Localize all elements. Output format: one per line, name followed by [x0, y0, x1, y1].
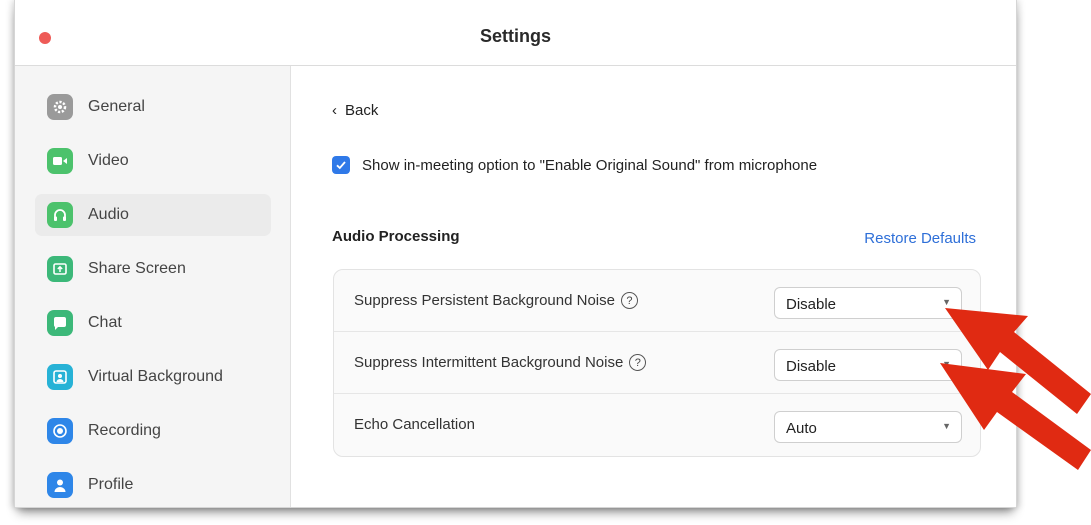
select-value: Auto [786, 420, 817, 437]
sidebar-item-virtual-background[interactable]: Virtual Background [35, 356, 271, 398]
profile-icon [47, 472, 73, 498]
help-icon[interactable]: ? [629, 354, 647, 371]
sidebar-item-video[interactable]: Video [35, 140, 271, 182]
sidebar-item-label: Video [88, 152, 129, 169]
setting-row-echo-cancellation: Echo Cancellation Auto ▼ [334, 394, 980, 456]
sidebar-item-label: Chat [88, 314, 122, 331]
chevron-down-icon: ▼ [942, 359, 951, 369]
sidebar-item-label: Share Screen [88, 260, 186, 277]
restore-defaults-link[interactable]: Restore Defaults [864, 230, 976, 247]
row-label-wrap: Echo Cancellation [354, 416, 475, 433]
chevron-left-icon: ‹ [332, 102, 337, 119]
checkmark-icon [336, 161, 346, 170]
audio-settings-panel: ‹ Back Show in-meeting option to "Enable … [292, 66, 1016, 507]
section-title: Audio Processing [332, 228, 460, 245]
sidebar-item-label: Audio [88, 206, 129, 223]
sidebar-item-audio[interactable]: Audio [35, 194, 271, 236]
setting-row-persistent-noise: Suppress Persistent Background Noise ? D… [334, 270, 980, 332]
row-label: Echo Cancellation [354, 416, 475, 433]
sidebar-item-share-screen[interactable]: Share Screen [35, 248, 271, 290]
headphones-icon [47, 202, 73, 228]
sidebar-item-chat[interactable]: Chat [35, 302, 271, 344]
sidebar-item-label: General [88, 98, 145, 115]
select-value: Disable [786, 358, 837, 375]
sidebar-item-label: Profile [88, 476, 134, 493]
settings-window: Settings General Video Audio Share Scree… [14, 0, 1017, 508]
chevron-down-icon: ▼ [942, 297, 951, 307]
setting-row-intermittent-noise: Suppress Intermittent Background Noise ?… [334, 332, 980, 394]
sidebar-item-profile[interactable]: Profile [35, 464, 271, 506]
original-sound-checkbox[interactable] [332, 156, 350, 174]
row-label: Suppress Intermittent Background Noise [354, 354, 624, 371]
person-background-icon [47, 364, 73, 390]
sidebar-item-general[interactable]: General [35, 86, 271, 128]
sidebar-item-recording[interactable]: Recording [35, 410, 271, 452]
title-bar: Settings [15, 0, 1016, 66]
persistent-noise-select[interactable]: Disable ▼ [774, 287, 962, 319]
chat-bubble-icon [47, 310, 73, 336]
share-screen-icon [47, 256, 73, 282]
record-icon [47, 418, 73, 444]
select-value: Disable [786, 296, 837, 313]
row-label-wrap: Suppress Intermittent Background Noise ? [354, 354, 647, 371]
sidebar-item-label: Recording [88, 422, 161, 439]
help-icon[interactable]: ? [620, 292, 638, 309]
intermittent-noise-select[interactable]: Disable ▼ [774, 349, 962, 381]
original-sound-label: Show in-meeting option to "Enable Origin… [362, 157, 818, 174]
gear-icon [47, 94, 73, 120]
chevron-down-icon: ▼ [942, 421, 951, 431]
echo-cancellation-select[interactable]: Auto ▼ [774, 411, 962, 443]
sidebar-item-label: Virtual Background [88, 368, 223, 385]
camera-icon [47, 148, 73, 174]
sidebar: General Video Audio Share Screen Chat Vi… [15, 66, 291, 507]
audio-processing-panel: Suppress Persistent Background Noise ? D… [333, 269, 981, 457]
back-label: Back [345, 102, 379, 119]
row-label: Suppress Persistent Background Noise [354, 292, 615, 309]
window-title: Settings [479, 26, 551, 46]
row-label-wrap: Suppress Persistent Background Noise ? [354, 292, 638, 309]
back-button[interactable]: ‹ Back [332, 102, 378, 119]
